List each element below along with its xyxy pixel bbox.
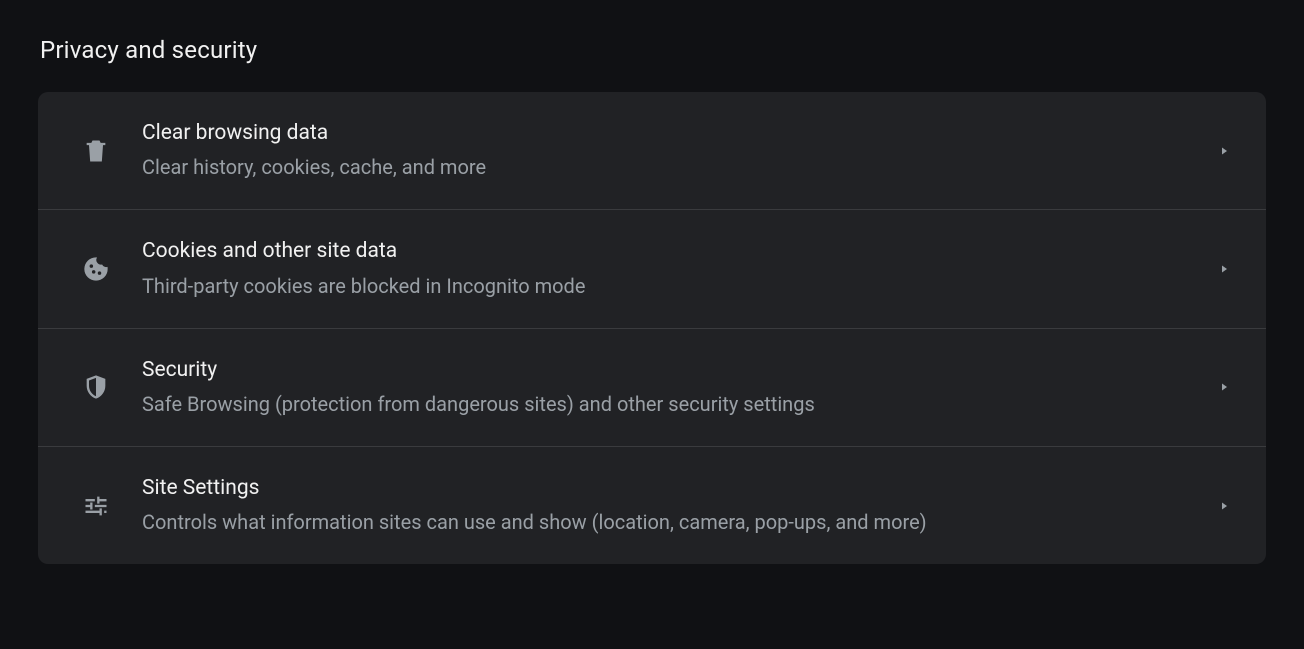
row-title: Cookies and other site data bbox=[142, 238, 1198, 265]
row-title: Clear browsing data bbox=[142, 120, 1198, 147]
row-text: Security Safe Browsing (protection from … bbox=[142, 357, 1198, 418]
section-title: Privacy and security bbox=[38, 36, 1266, 64]
row-text: Cookies and other site data Third-party … bbox=[142, 238, 1198, 299]
row-clear-browsing-data[interactable]: Clear browsing data Clear history, cooki… bbox=[38, 92, 1266, 210]
shield-icon bbox=[78, 369, 114, 405]
row-text: Clear browsing data Clear history, cooki… bbox=[142, 120, 1198, 181]
sliders-icon bbox=[78, 488, 114, 524]
row-subtitle: Controls what information sites can use … bbox=[142, 508, 1198, 536]
row-subtitle: Third-party cookies are blocked in Incog… bbox=[142, 272, 1198, 300]
cookie-icon bbox=[78, 251, 114, 287]
trash-icon bbox=[78, 133, 114, 169]
row-title: Site Settings bbox=[142, 475, 1198, 502]
row-subtitle: Clear history, cookies, cache, and more bbox=[142, 153, 1198, 181]
privacy-security-page: Privacy and security Clear browsing data… bbox=[0, 0, 1304, 564]
row-site-settings[interactable]: Site Settings Controls what information … bbox=[38, 447, 1266, 564]
row-security[interactable]: Security Safe Browsing (protection from … bbox=[38, 329, 1266, 447]
row-text: Site Settings Controls what information … bbox=[142, 475, 1198, 536]
chevron-right-icon bbox=[1218, 381, 1230, 393]
settings-card: Clear browsing data Clear history, cooki… bbox=[38, 92, 1266, 564]
row-subtitle: Safe Browsing (protection from dangerous… bbox=[142, 390, 1198, 418]
chevron-right-icon bbox=[1218, 145, 1230, 157]
chevron-right-icon bbox=[1218, 263, 1230, 275]
row-cookies[interactable]: Cookies and other site data Third-party … bbox=[38, 210, 1266, 328]
chevron-right-icon bbox=[1218, 500, 1230, 512]
row-title: Security bbox=[142, 357, 1198, 384]
